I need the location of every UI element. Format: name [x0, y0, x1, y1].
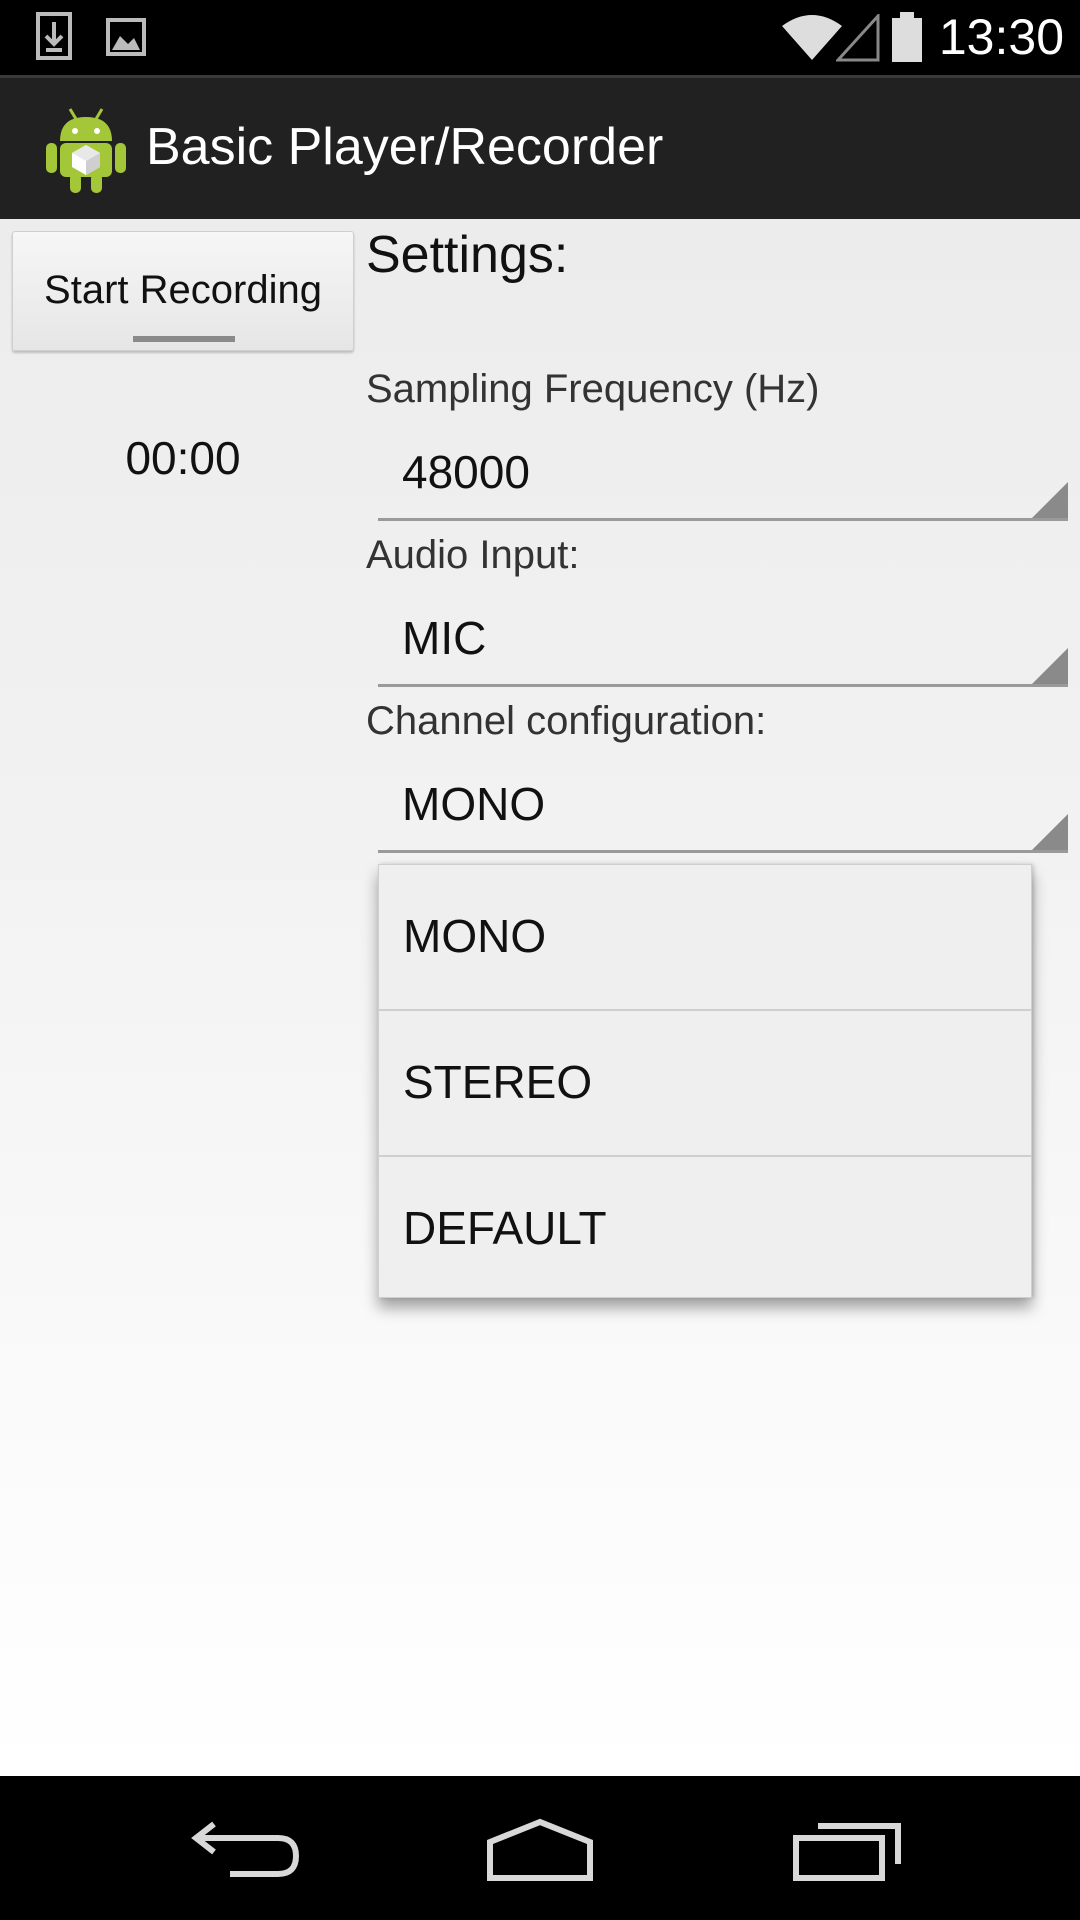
dropdown-arrow-icon [1032, 482, 1068, 518]
dropdown-option-mono[interactable]: MONO [379, 865, 1031, 1009]
android-app-icon [46, 108, 126, 193]
recording-timer: 00:00 [125, 432, 241, 484]
download-icon [36, 12, 72, 60]
main-content: Start Recording 00:00 Settings: Sampling… [0, 219, 1080, 1776]
dropdown-option-default[interactable]: DEFAULT [379, 1157, 1031, 1297]
clock: 13:30 [938, 9, 1064, 65]
button-indicator [133, 336, 235, 342]
dropdown-arrow-icon [1032, 648, 1068, 684]
spinner-underline [378, 684, 1068, 687]
action-bar: Basic Player/Recorder [0, 75, 1080, 219]
channel-configuration-dropdown: MONO STEREO DEFAULT [378, 864, 1032, 1298]
sampling-frequency-spinner[interactable]: 48000 [378, 431, 1068, 521]
wifi-icon [782, 15, 842, 60]
back-icon[interactable] [170, 1806, 310, 1890]
sampling-frequency-label: Sampling Frequency (Hz) [366, 367, 820, 411]
spinner-underline [378, 850, 1068, 853]
start-recording-label: Start Recording [44, 268, 322, 312]
signal-icon [836, 14, 880, 62]
spinner-underline [378, 518, 1068, 521]
action-bar-divider [0, 75, 1080, 78]
dropdown-option-stereo[interactable]: STEREO [379, 1011, 1031, 1155]
app-title: Basic Player/Recorder [146, 118, 664, 176]
audio-input-value: MIC [402, 612, 487, 664]
sampling-frequency-value: 48000 [402, 446, 530, 498]
audio-input-spinner[interactable]: MIC [378, 597, 1068, 687]
status-bar: 13:30 [0, 0, 1080, 75]
option-label: MONO [403, 910, 547, 962]
navigation-bar [0, 1776, 1080, 1920]
battery-icon [892, 12, 922, 62]
channel-configuration-spinner[interactable]: MONO [378, 763, 1068, 853]
settings-title: Settings: [366, 226, 569, 284]
option-label: STEREO [403, 1056, 593, 1108]
dropdown-arrow-icon [1032, 814, 1068, 850]
start-recording-button[interactable]: Start Recording [12, 231, 354, 351]
channel-configuration-label: Channel configuration: [366, 699, 767, 743]
home-icon[interactable] [470, 1806, 610, 1890]
image-icon [106, 18, 146, 56]
audio-input-label: Audio Input: [366, 533, 580, 577]
option-label: DEFAULT [403, 1202, 607, 1254]
recents-icon[interactable] [780, 1806, 920, 1890]
channel-configuration-value: MONO [402, 778, 546, 830]
